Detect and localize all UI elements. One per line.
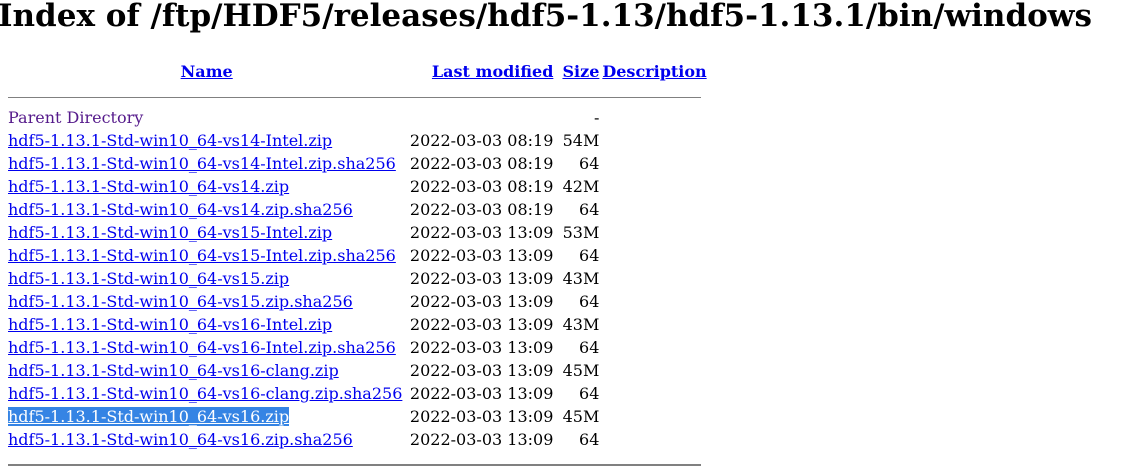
divider xyxy=(8,96,701,99)
divider xyxy=(8,464,701,466)
file-row: hdf5-1.13.1-Std-win10_64-vs15-Intel.zip 2… xyxy=(8,221,707,244)
sort-by-description-link[interactable]: Description xyxy=(602,62,706,81)
file-size: 64 xyxy=(579,246,600,265)
header-divider xyxy=(8,83,707,106)
file-modified: 2022-03-03 13:09 xyxy=(409,338,554,357)
file-modified: 2022-03-03 08:19 xyxy=(409,131,554,150)
file-size: 42M xyxy=(562,177,600,196)
file-description xyxy=(599,198,706,221)
file-row: hdf5-1.13.1-Std-win10_64-vs16-clang.zip 2… xyxy=(8,359,707,382)
file-description xyxy=(599,382,706,405)
file-row: hdf5-1.13.1-Std-win10_64-vs16.zip.sha256… xyxy=(8,428,707,451)
file-modified: 2022-03-03 08:19 xyxy=(409,154,554,173)
file-row: hdf5-1.13.1-Std-win10_64-vs14-Intel.zip 2… xyxy=(8,129,707,152)
file-link[interactable]: hdf5-1.13.1-Std-win10_64-vs15.zip xyxy=(8,269,289,288)
file-modified: 2022-03-03 13:09 xyxy=(409,407,554,426)
file-description xyxy=(599,221,706,244)
file-link[interactable]: hdf5-1.13.1-Std-win10_64-vs15.zip.sha256 xyxy=(8,292,353,311)
file-description xyxy=(599,405,706,428)
file-row: hdf5-1.13.1-Std-win10_64-vs14-Intel.zip.… xyxy=(8,152,707,175)
file-modified: 2022-03-03 13:09 xyxy=(409,223,554,242)
parent-directory-row: Parent Directory - xyxy=(8,106,707,129)
file-link[interactable]: hdf5-1.13.1-Std-win10_64-vs16-Intel.zip xyxy=(8,315,332,334)
file-modified: 2022-03-03 13:09 xyxy=(409,269,554,288)
file-row: hdf5-1.13.1-Std-win10_64-vs16-Intel.zip.… xyxy=(8,336,707,359)
file-size: 64 xyxy=(579,292,600,311)
file-modified: 2022-03-03 13:09 xyxy=(409,361,554,380)
file-row: hdf5-1.13.1-Std-win10_64-vs14.zip.sha256… xyxy=(8,198,707,221)
column-header-size: Size xyxy=(553,59,599,83)
file-row: hdf5-1.13.1-Std-win10_64-vs15-Intel.zip.… xyxy=(8,244,707,267)
file-size: 45M xyxy=(562,361,600,380)
file-description xyxy=(599,129,706,152)
file-size: 64 xyxy=(579,154,600,173)
file-link[interactable]: hdf5-1.13.1-Std-win10_64-vs16.zip xyxy=(8,407,290,426)
directory-listing: Name Last modified Size Description Pare… xyxy=(8,59,707,467)
file-description xyxy=(599,244,706,267)
file-link[interactable]: hdf5-1.13.1-Std-win10_64-vs16-Intel.zip.… xyxy=(8,338,396,357)
file-link[interactable]: hdf5-1.13.1-Std-win10_64-vs16-clang.zip xyxy=(8,361,339,380)
file-size: 45M xyxy=(562,407,600,426)
file-row: hdf5-1.13.1-Std-win10_64-vs16-clang.zip.… xyxy=(8,382,707,405)
file-link[interactable]: hdf5-1.13.1-Std-win10_64-vs14.zip xyxy=(8,177,289,196)
file-size: 53M xyxy=(562,223,600,242)
file-row: hdf5-1.13.1-Std-win10_64-vs15.zip 2022-03… xyxy=(8,267,707,290)
file-row: hdf5-1.13.1-Std-win10_64-vs16.zip 2022-03… xyxy=(8,405,707,428)
file-modified: 2022-03-03 08:19 xyxy=(409,200,554,219)
column-header-description: Description xyxy=(599,59,706,83)
file-description xyxy=(599,175,706,198)
file-size: 64 xyxy=(579,384,600,403)
file-description xyxy=(599,290,706,313)
file-description xyxy=(599,359,706,382)
file-description xyxy=(599,313,706,336)
file-description xyxy=(599,152,706,175)
column-header-last-modified: Last modified xyxy=(405,59,553,83)
file-description xyxy=(599,428,706,451)
header-row: Name Last modified Size Description xyxy=(8,59,707,83)
file-modified: 2022-03-03 13:09 xyxy=(409,384,554,403)
file-row: hdf5-1.13.1-Std-win10_64-vs15.zip.sha256… xyxy=(8,290,707,313)
file-modified: 2022-03-03 13:09 xyxy=(409,292,554,311)
column-header-name: Name xyxy=(8,59,405,83)
file-size: 54M xyxy=(562,131,600,150)
parent-description xyxy=(599,106,706,129)
file-link[interactable]: hdf5-1.13.1-Std-win10_64-vs16.zip.sha256 xyxy=(8,430,353,449)
file-link[interactable]: hdf5-1.13.1-Std-win10_64-vs14.zip.sha256 xyxy=(8,200,353,219)
parent-size: - xyxy=(593,108,600,127)
file-size: 43M xyxy=(562,315,600,334)
sort-by-last-modified-link[interactable]: Last modified xyxy=(432,62,553,81)
file-modified: 2022-03-03 13:09 xyxy=(409,315,554,334)
file-description xyxy=(599,267,706,290)
file-modified: 2022-03-03 13:09 xyxy=(409,246,554,265)
sort-by-name-link[interactable]: Name xyxy=(181,62,233,81)
file-link[interactable]: hdf5-1.13.1-Std-win10_64-vs15-Intel.zip.… xyxy=(8,246,396,265)
file-link[interactable]: hdf5-1.13.1-Std-win10_64-vs16-clang.zip.… xyxy=(8,384,402,403)
file-size: 43M xyxy=(562,269,600,288)
file-size: 64 xyxy=(579,338,600,357)
parent-modified xyxy=(405,106,553,129)
file-size: 64 xyxy=(579,430,600,449)
parent-directory-link[interactable]: Parent Directory xyxy=(8,108,143,127)
file-row: hdf5-1.13.1-Std-win10_64-vs14.zip 2022-03… xyxy=(8,175,707,198)
footer-divider xyxy=(8,451,707,467)
file-link[interactable]: hdf5-1.13.1-Std-win10_64-vs14-Intel.zip xyxy=(8,131,332,150)
sort-by-size-link[interactable]: Size xyxy=(562,62,599,81)
file-row: hdf5-1.13.1-Std-win10_64-vs16-Intel.zip 2… xyxy=(8,313,707,336)
file-modified: 2022-03-03 13:09 xyxy=(409,430,554,449)
page-title: Index of /ftp/HDF5/releases/hdf5-1.13/hd… xyxy=(0,0,1092,34)
file-description xyxy=(599,336,706,359)
file-size: 64 xyxy=(579,200,600,219)
file-link[interactable]: hdf5-1.13.1-Std-win10_64-vs15-Intel.zip xyxy=(8,223,332,242)
file-link[interactable]: hdf5-1.13.1-Std-win10_64-vs14-Intel.zip.… xyxy=(8,154,396,173)
file-modified: 2022-03-03 08:19 xyxy=(409,177,554,196)
